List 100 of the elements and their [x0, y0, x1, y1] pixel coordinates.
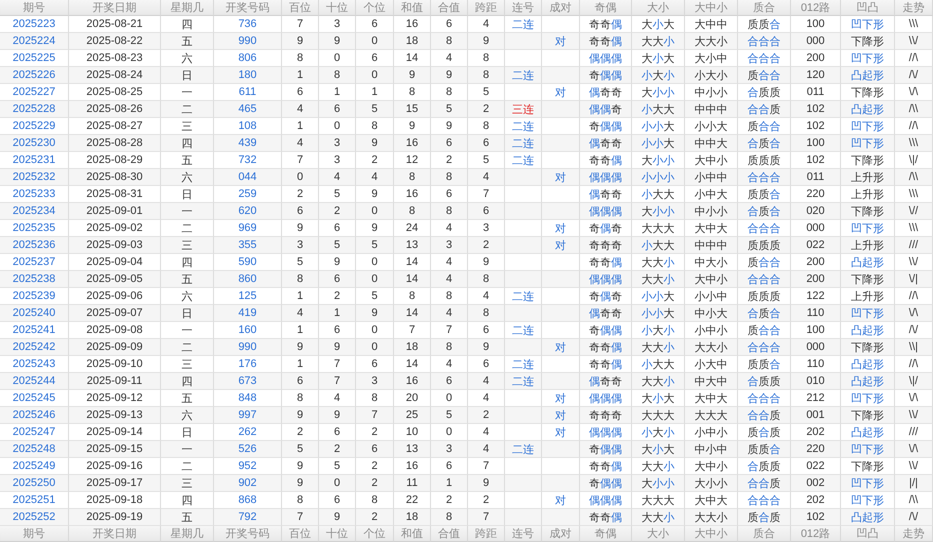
table-cell: 806 — [214, 50, 282, 67]
table-cell: 2025-09-02 — [69, 220, 161, 237]
table-cell: 对 — [542, 339, 580, 356]
table-cell: 100 — [791, 16, 841, 33]
table-cell: 4 — [319, 169, 356, 186]
table-cell: 100 — [791, 322, 841, 339]
table-cell: 质合质 — [738, 424, 791, 441]
table-cell: 7 — [319, 356, 356, 373]
table-cell: 中大中 — [685, 373, 738, 390]
table-cell: 大大小 — [632, 509, 685, 526]
table-cell: 凸起形 — [841, 67, 895, 84]
table-cell: 2025-09-09 — [69, 339, 161, 356]
table-cell: 二连 — [505, 118, 542, 135]
table-cell: 8 — [356, 492, 394, 509]
column-header: 大中小 — [685, 0, 738, 16]
table-cell: 二连 — [505, 288, 542, 305]
table-cell: 大小小 — [632, 84, 685, 101]
column-header: 大小 — [632, 526, 685, 542]
table-cell: /\/ — [895, 509, 933, 526]
table-cell: //\ — [895, 50, 933, 67]
table-cell: 6 — [319, 101, 356, 118]
table-cell: 9 — [282, 458, 319, 475]
table-cell: 9 — [356, 135, 394, 152]
table-cell: 5 — [356, 237, 394, 254]
table-cell: 2 — [282, 186, 319, 203]
table-cell: 16 — [394, 186, 431, 203]
table-cell: 2025228 — [0, 101, 69, 118]
table-cell: 8 — [431, 203, 468, 220]
table-cell: 4 — [431, 220, 468, 237]
table-cell: 3 — [319, 135, 356, 152]
table-cell: 对 — [542, 84, 580, 101]
column-header: 开奖号码 — [214, 526, 282, 542]
table-cell: 0 — [319, 475, 356, 492]
table-cell: 2 — [356, 424, 394, 441]
column-header: 星期几 — [161, 0, 214, 16]
table-cell: 质质合 — [738, 16, 791, 33]
column-header: 012路 — [791, 526, 841, 542]
table-cell: 16 — [394, 135, 431, 152]
table-cell: 4 — [282, 305, 319, 322]
table-cell: 奇奇偶 — [580, 339, 632, 356]
table-cell: 262 — [214, 424, 282, 441]
table-cell: 102 — [791, 152, 841, 169]
table-cell: 2025-09-11 — [69, 373, 161, 390]
table-cell: 大小小 — [632, 203, 685, 220]
table-cell: 大中小 — [685, 271, 738, 288]
table-cell: 凹下形 — [841, 16, 895, 33]
table-cell: 10 — [394, 424, 431, 441]
table-cell: 0 — [356, 322, 394, 339]
table-cell: \\\ — [895, 135, 933, 152]
table-cell: 6 — [431, 458, 468, 475]
table-cell: 二连 — [505, 441, 542, 458]
table-cell: 大中中 — [685, 16, 738, 33]
table-cell: \/\ — [895, 441, 933, 458]
table-cell: 小中大 — [685, 186, 738, 203]
table-cell: 6 — [468, 356, 505, 373]
table-cell: 8 — [394, 203, 431, 220]
table-cell: 001 — [791, 407, 841, 424]
column-header: 连号 — [505, 526, 542, 542]
table-cell: 010 — [791, 373, 841, 390]
table-cell: 860 — [214, 271, 282, 288]
table-cell: 792 — [214, 509, 282, 526]
table-cell: 4 — [282, 135, 319, 152]
table-cell: 中小中 — [685, 441, 738, 458]
table-cell: 8 — [468, 305, 505, 322]
table-cell: 4 — [431, 356, 468, 373]
table-cell: 2 — [356, 509, 394, 526]
table-cell: 7 — [468, 509, 505, 526]
table-cell: 9 — [468, 254, 505, 271]
column-header: 质合 — [738, 526, 791, 542]
table-cell: 868 — [214, 492, 282, 509]
table-cell: 102 — [791, 118, 841, 135]
table-cell: 2 — [319, 441, 356, 458]
table-cell: 2025-09-08 — [69, 322, 161, 339]
table-cell: 偶偶偶 — [580, 424, 632, 441]
table-cell: 偶偶偶 — [580, 203, 632, 220]
table-cell: 4 — [319, 390, 356, 407]
table-cell: 5 — [319, 186, 356, 203]
table-cell: 2025-09-03 — [69, 237, 161, 254]
table-cell: 2025252 — [0, 509, 69, 526]
table-cell: 下降形 — [841, 152, 895, 169]
table-cell: 2025246 — [0, 407, 69, 424]
table-cell: 2025227 — [0, 84, 69, 101]
table-cell: 凹下形 — [841, 441, 895, 458]
table-cell: 4 — [356, 169, 394, 186]
table-cell: 9 — [319, 33, 356, 50]
table-cell: 二连 — [505, 16, 542, 33]
column-header: 成对 — [542, 0, 580, 16]
table-cell: 三连 — [505, 101, 542, 118]
table-cell: 中中大 — [685, 135, 738, 152]
table-cell: 0 — [431, 424, 468, 441]
table-cell: 质质质 — [738, 237, 791, 254]
column-header: 期号 — [0, 0, 69, 16]
table-cell: 对 — [542, 169, 580, 186]
table-cell: 合质合 — [738, 203, 791, 220]
table-cell: 奇偶偶 — [580, 475, 632, 492]
table-cell: 102 — [791, 509, 841, 526]
table-cell: 大中小 — [685, 152, 738, 169]
table-cell: 736 — [214, 16, 282, 33]
table-cell: 二 — [161, 101, 214, 118]
table-cell: 8 — [282, 271, 319, 288]
